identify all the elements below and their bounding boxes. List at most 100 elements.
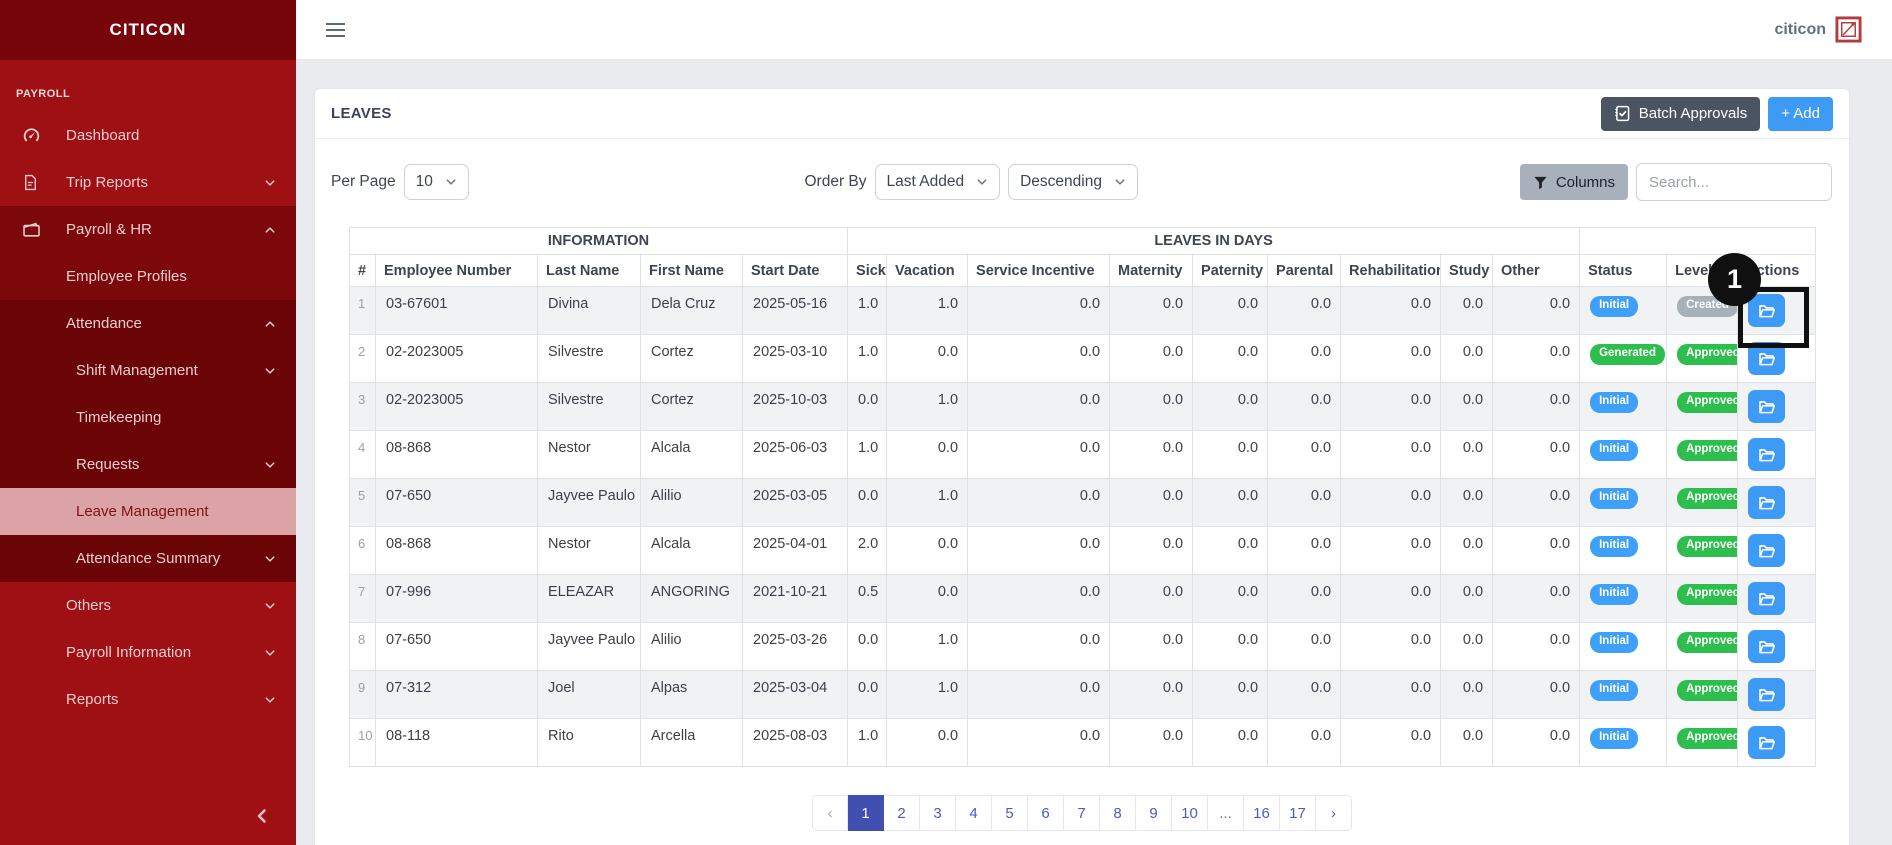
sidebar-item-trip-reports[interactable]: Trip Reports bbox=[0, 159, 296, 206]
batch-approvals-button[interactable]: Batch Approvals bbox=[1601, 97, 1760, 131]
cell-study: 0.0 bbox=[1441, 671, 1493, 719]
open-leave-button[interactable] bbox=[1748, 534, 1785, 567]
page-button-16[interactable]: 16 bbox=[1244, 795, 1280, 831]
cell-last-name: Rito bbox=[538, 719, 641, 767]
table-row: 1 03-67601 Divina Dela Cruz 2025-05-16 1… bbox=[350, 287, 1816, 335]
page-button-17[interactable]: 17 bbox=[1280, 795, 1316, 831]
level-badge: Approved bbox=[1677, 536, 1738, 557]
sidebar-item-employee-profiles[interactable]: Employee Profiles bbox=[0, 253, 296, 300]
page-button-8[interactable]: 8 bbox=[1100, 795, 1136, 831]
sidebar-collapse-button[interactable] bbox=[254, 808, 270, 829]
cell-last-name: Jayvee Paulo bbox=[538, 479, 641, 527]
page-next-button[interactable]: › bbox=[1316, 795, 1352, 831]
sidebar-item-attendance[interactable]: Attendance bbox=[0, 300, 296, 347]
cell-maternity: 0.0 bbox=[1110, 287, 1193, 335]
gauge-icon bbox=[22, 126, 42, 146]
cell-study: 0.0 bbox=[1441, 287, 1493, 335]
open-leave-button[interactable] bbox=[1748, 294, 1785, 327]
sidebar-item-shift-management[interactable]: Shift Management bbox=[0, 347, 296, 394]
sidebar-item-label: Others bbox=[66, 597, 111, 614]
cell-study: 0.0 bbox=[1441, 527, 1493, 575]
open-leave-button[interactable] bbox=[1748, 582, 1785, 615]
sidebar-item-leave-management[interactable]: Leave Management bbox=[0, 488, 296, 535]
page-button-10[interactable]: 10 bbox=[1172, 795, 1208, 831]
cell-sick: 2.0 bbox=[848, 527, 887, 575]
cell-sick: 0.0 bbox=[848, 479, 887, 527]
chevron-down-icon bbox=[445, 176, 457, 188]
cell-service-incentive: 0.0 bbox=[968, 383, 1110, 431]
open-leave-button[interactable] bbox=[1748, 342, 1785, 375]
sidebar-item-payroll-information[interactable]: Payroll Information bbox=[0, 629, 296, 676]
add-button[interactable]: + Add bbox=[1768, 97, 1833, 131]
cell-first-name: Cortez bbox=[641, 383, 743, 431]
sidebar-brand[interactable]: CITICON bbox=[0, 0, 296, 60]
cell-maternity: 0.0 bbox=[1110, 527, 1193, 575]
menu-toggle-icon[interactable] bbox=[326, 23, 345, 37]
cell-employee-number: 08-868 bbox=[376, 527, 538, 575]
open-leave-button[interactable] bbox=[1748, 486, 1785, 519]
page-button-2[interactable]: 2 bbox=[884, 795, 920, 831]
page-button-9[interactable]: 9 bbox=[1136, 795, 1172, 831]
sidebar-item-dashboard[interactable]: Dashboard bbox=[0, 112, 296, 159]
page-button-5[interactable]: 5 bbox=[992, 795, 1028, 831]
cell-employee-number: 07-650 bbox=[376, 479, 538, 527]
sidebar-item-reports[interactable]: Reports bbox=[0, 676, 296, 723]
column-other-header: Other bbox=[1493, 255, 1580, 287]
cell-first-name: Dela Cruz bbox=[641, 287, 743, 335]
cell-start-date: 2025-10-03 bbox=[743, 383, 848, 431]
page-button-6[interactable]: 6 bbox=[1028, 795, 1064, 831]
sidebar-item-timekeeping[interactable]: Timekeeping bbox=[0, 394, 296, 441]
cell-actions bbox=[1738, 671, 1816, 719]
batch-approvals-label: Batch Approvals bbox=[1639, 105, 1747, 122]
table-row: 7 07-996 ELEAZAR ANGORING 2021-10-21 0.5… bbox=[350, 575, 1816, 623]
cell-service-incentive: 0.0 bbox=[968, 335, 1110, 383]
cell-parental: 0.0 bbox=[1268, 527, 1341, 575]
chevron-down-icon bbox=[976, 176, 988, 188]
open-leave-button[interactable] bbox=[1748, 678, 1785, 711]
file-text-icon bbox=[22, 173, 42, 193]
page-button-4[interactable]: 4 bbox=[956, 795, 992, 831]
cell-sick: 0.0 bbox=[848, 623, 887, 671]
cell-last-name: Nestor bbox=[538, 431, 641, 479]
sidebar-item-label: Requests bbox=[76, 456, 139, 473]
search-input[interactable] bbox=[1636, 163, 1832, 201]
per-page-select[interactable]: 10 bbox=[404, 164, 469, 200]
cell-rehabilitation: 0.0 bbox=[1341, 287, 1441, 335]
cell-first-name: Cortez bbox=[641, 335, 743, 383]
status-badge: Initial bbox=[1590, 536, 1638, 557]
columns-button[interactable]: Columns bbox=[1520, 164, 1628, 200]
open-leave-button[interactable] bbox=[1748, 438, 1785, 471]
sidebar-item-attendance-summary[interactable]: Attendance Summary bbox=[0, 535, 296, 582]
sidebar-item-label: Payroll Information bbox=[66, 644, 191, 661]
page-prev-button[interactable]: ‹ bbox=[812, 795, 848, 831]
open-leave-button[interactable] bbox=[1748, 630, 1785, 663]
sidebar-item-requests[interactable]: Requests bbox=[0, 441, 296, 488]
cell-employee-number: 02-2023005 bbox=[376, 335, 538, 383]
page-button-1[interactable]: 1 bbox=[848, 795, 884, 831]
column-study-header: Study bbox=[1441, 255, 1493, 287]
topbar-right: citicon bbox=[1774, 16, 1862, 43]
open-leave-button[interactable] bbox=[1748, 726, 1785, 759]
chevron-down-icon bbox=[264, 647, 276, 659]
company-logo-icon[interactable] bbox=[1835, 16, 1862, 43]
sidebar-item-label: Leave Management bbox=[76, 503, 209, 520]
cell-rehabilitation: 0.0 bbox=[1341, 383, 1441, 431]
cell-paternity: 0.0 bbox=[1193, 479, 1268, 527]
page-title: LEAVES bbox=[331, 105, 392, 122]
sidebar-item-label: Attendance bbox=[66, 315, 142, 332]
sidebar-item-others[interactable]: Others bbox=[0, 582, 296, 629]
page-button-7[interactable]: 7 bbox=[1064, 795, 1100, 831]
open-leave-button[interactable] bbox=[1748, 390, 1785, 423]
order-direction-select[interactable]: Descending bbox=[1008, 164, 1138, 200]
cell-vacation: 0.0 bbox=[887, 335, 968, 383]
cell-other: 0.0 bbox=[1493, 335, 1580, 383]
cell-last-name: Nestor bbox=[538, 527, 641, 575]
cell-other: 0.0 bbox=[1493, 383, 1580, 431]
page-ellipsis[interactable]: ... bbox=[1208, 795, 1244, 831]
status-badge: Initial bbox=[1590, 392, 1638, 413]
order-field-select[interactable]: Last Added bbox=[875, 164, 1001, 200]
sidebar-item-payroll-hr[interactable]: Payroll & HR bbox=[0, 206, 296, 253]
cell-actions bbox=[1738, 479, 1816, 527]
page-button-3[interactable]: 3 bbox=[920, 795, 956, 831]
column-rehabilitation-header: Rehabilitation bbox=[1341, 255, 1441, 287]
